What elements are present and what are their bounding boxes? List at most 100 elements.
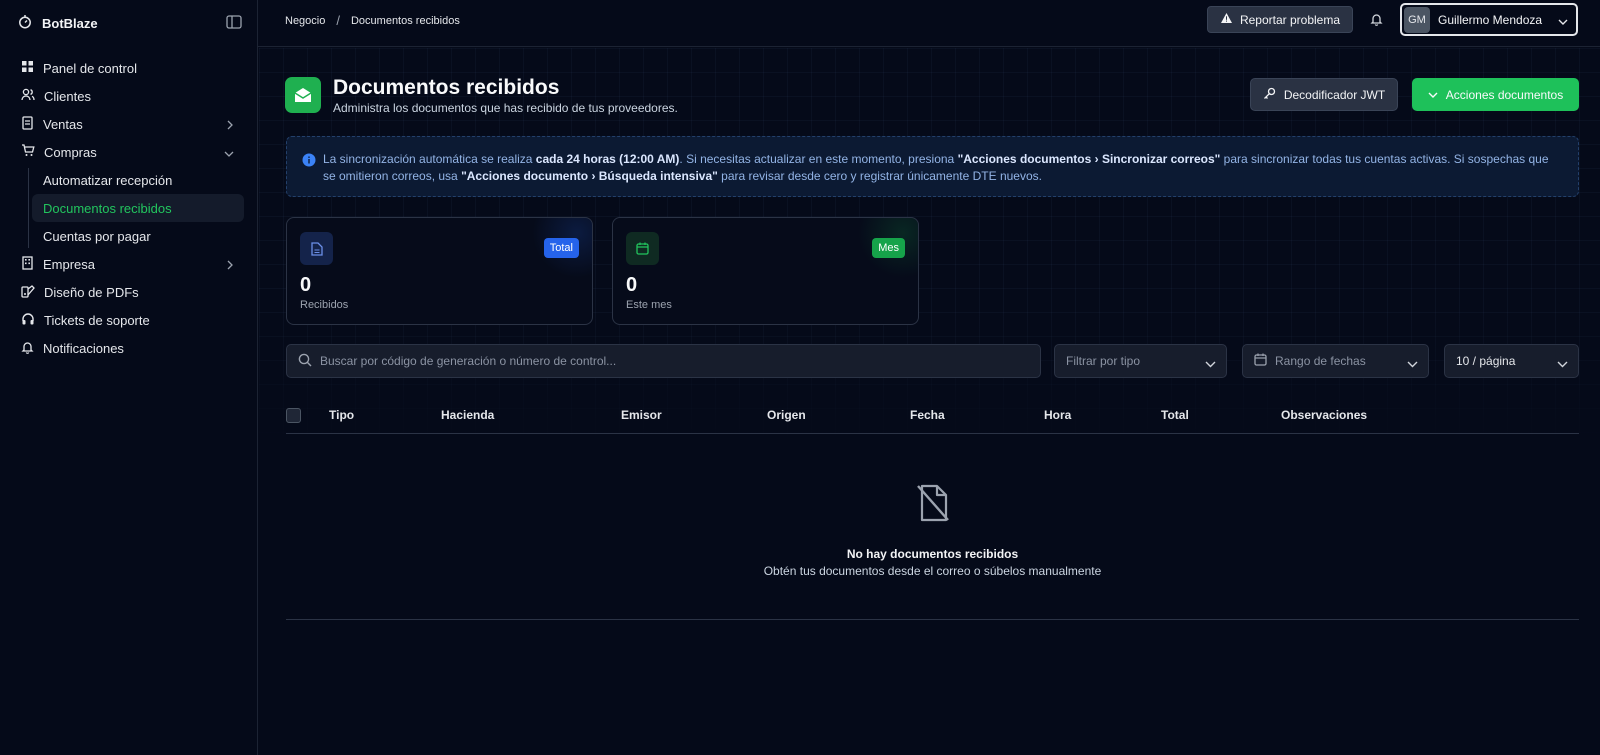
- compras-submenu: Automatizar recepción Documentos recibid…: [28, 166, 244, 250]
- column-header-emisor[interactable]: Emisor: [621, 408, 662, 422]
- chevron-right-icon: [226, 118, 234, 133]
- column-header-observaciones[interactable]: Observaciones: [1281, 408, 1367, 422]
- chevron-right-icon: [226, 258, 234, 273]
- sidebar-item-compras[interactable]: Compras: [16, 138, 244, 166]
- stat-card-total: Total 0 Recibidos: [286, 217, 593, 325]
- brand[interactable]: BotBlaze: [18, 14, 98, 32]
- report-problem-label: Reportar problema: [1239, 12, 1341, 27]
- stat-badge: Mes: [872, 238, 905, 258]
- column-header-fecha[interactable]: Fecha: [910, 408, 945, 422]
- stat-value: 0: [626, 274, 638, 296]
- stat-value: 0: [300, 274, 312, 296]
- sidebar: BotBlaze Panel de control Clientes Venta…: [0, 0, 258, 755]
- chevron-down-icon: [1407, 357, 1418, 371]
- alert-text-2: . Si necesitas actualizar en este moment…: [679, 152, 958, 166]
- stat-label: Recibidos: [300, 299, 349, 311]
- search-box: [286, 344, 1041, 378]
- date-range-placeholder: Rango de fechas: [1275, 354, 1366, 368]
- chevron-down-icon: [1428, 88, 1438, 102]
- alert-bold-2: "Acciones documentos › Sincronizar corre…: [957, 152, 1221, 166]
- select-all-checkbox[interactable]: [286, 408, 301, 423]
- cart-icon: [21, 144, 35, 160]
- page-size-value: 10 / página: [1456, 354, 1516, 368]
- column-header-total[interactable]: Total: [1161, 408, 1189, 422]
- empty-state: No hay documentos recibidos Obtén tus do…: [286, 434, 1579, 620]
- sidebar-item-label: Empresa: [43, 256, 96, 272]
- jwt-decoder-label: Decodificador JWT: [1283, 87, 1386, 102]
- empty-state-title: No hay documentos recibidos: [846, 547, 1019, 561]
- sidebar-item-clientes[interactable]: Clientes: [16, 82, 244, 110]
- stat-card-month: Mes 0 Este mes: [612, 217, 919, 325]
- column-header-hora[interactable]: Hora: [1044, 408, 1071, 422]
- chevron-down-icon: [1205, 357, 1216, 371]
- sidebar-item-label: Compras: [44, 144, 97, 160]
- sidebar-nav: Panel de control Clientes Ventas Compras…: [16, 54, 244, 362]
- breadcrumb-negocio[interactable]: Negocio: [285, 15, 325, 27]
- info-icon: [302, 153, 316, 172]
- report-problem-button[interactable]: Reportar problema: [1207, 6, 1353, 33]
- sidebar-item-label: Diseño de PDFs: [44, 284, 139, 300]
- bell-icon: [21, 340, 34, 357]
- document-actions-label: Acciones documentos: [1445, 87, 1564, 102]
- sidebar-subitem-automatizar-recepcion[interactable]: Automatizar recepción: [32, 166, 244, 194]
- column-header-hacienda[interactable]: Hacienda: [441, 408, 494, 422]
- main-content: Documentos recibidos Administra los docu…: [259, 48, 1600, 755]
- user-menu-button[interactable]: GM Guillermo Mendoza: [1400, 3, 1578, 36]
- stat-label: Este mes: [626, 299, 672, 311]
- sidebar-item-notificaciones[interactable]: Notificaciones: [16, 334, 244, 362]
- sidebar-item-label: Tickets de soporte: [44, 312, 150, 328]
- page-size-select[interactable]: 10 / página: [1444, 344, 1579, 378]
- column-header-tipo[interactable]: Tipo: [329, 408, 354, 422]
- chevron-down-icon: [224, 146, 234, 161]
- palette-icon: [21, 284, 35, 301]
- sidebar-item-empresa[interactable]: Empresa: [16, 250, 244, 278]
- file-off-icon: [916, 484, 950, 525]
- search-input[interactable]: [320, 354, 1020, 368]
- avatar: GM: [1404, 6, 1430, 33]
- key-icon: [1263, 87, 1276, 103]
- grid-icon: [21, 60, 34, 76]
- sidebar-toggle-icon[interactable]: [226, 15, 242, 29]
- sidebar-item-label: Panel de control: [43, 60, 137, 76]
- document-actions-button[interactable]: Acciones documentos: [1412, 78, 1579, 111]
- empty-state-subtitle: Obtén tus documentos desde el correo o s…: [763, 564, 1102, 578]
- chevron-down-icon: [1558, 15, 1568, 29]
- sidebar-item-label: Clientes: [44, 88, 91, 104]
- sidebar-subitem-cuentas-por-pagar[interactable]: Cuentas por pagar: [32, 222, 244, 250]
- brand-name: BotBlaze: [42, 15, 98, 31]
- sidebar-item-tickets-soporte[interactable]: Tickets de soporte: [16, 306, 244, 334]
- user-name: Guillermo Mendoza: [1438, 12, 1543, 27]
- notifications-bell-icon[interactable]: [1370, 12, 1383, 29]
- alert-bold-3: "Acciones documento › Búsqueda intensiva…: [461, 169, 718, 183]
- receipt-icon: [21, 115, 34, 133]
- building-icon: [21, 255, 34, 273]
- calendar-icon: [626, 232, 659, 265]
- sidebar-item-ventas[interactable]: Ventas: [16, 110, 244, 138]
- type-filter-select[interactable]: Filtrar por tipo: [1054, 344, 1227, 378]
- sidebar-subitem-documentos-recibidos[interactable]: Documentos recibidos: [32, 194, 244, 222]
- sidebar-item-diseno-pdfs[interactable]: Diseño de PDFs: [16, 278, 244, 306]
- alert-text-4: para revisar desde cero y registrar únic…: [717, 169, 1042, 183]
- column-header-origen[interactable]: Origen: [767, 408, 806, 422]
- page-subtitle: Administra los documentos que has recibi…: [333, 101, 678, 115]
- alert-bold-1: cada 24 horas (12:00 AM): [535, 152, 680, 166]
- search-icon: [298, 353, 312, 370]
- calendar-icon: [1254, 353, 1267, 369]
- jwt-decoder-button[interactable]: Decodificador JWT: [1250, 78, 1398, 111]
- sidebar-item-label: Notificaciones: [43, 340, 124, 356]
- type-filter-placeholder: Filtrar por tipo: [1066, 354, 1141, 368]
- breadcrumb: Negocio / Documentos recibidos: [285, 13, 460, 28]
- table-header: Tipo Hacienda Emisor Origen Fecha Hora T…: [286, 398, 1579, 434]
- page-title: Documentos recibidos: [333, 76, 560, 99]
- warning-icon: [1220, 12, 1233, 27]
- topbar: Negocio / Documentos recibidos Reportar …: [258, 0, 1600, 47]
- alert-text-1: La sincronización automática se realiza: [323, 152, 536, 166]
- date-range-picker[interactable]: Rango de fechas: [1242, 344, 1429, 378]
- chevron-down-icon: [1557, 357, 1568, 371]
- sidebar-item-panel-de-control[interactable]: Panel de control: [16, 54, 244, 82]
- logo-icon: [18, 14, 32, 32]
- breadcrumb-separator: /: [336, 13, 340, 28]
- sidebar-item-label: Ventas: [43, 116, 83, 132]
- users-icon: [21, 88, 35, 104]
- sync-info-alert: La sincronización automática se realiza …: [286, 136, 1579, 197]
